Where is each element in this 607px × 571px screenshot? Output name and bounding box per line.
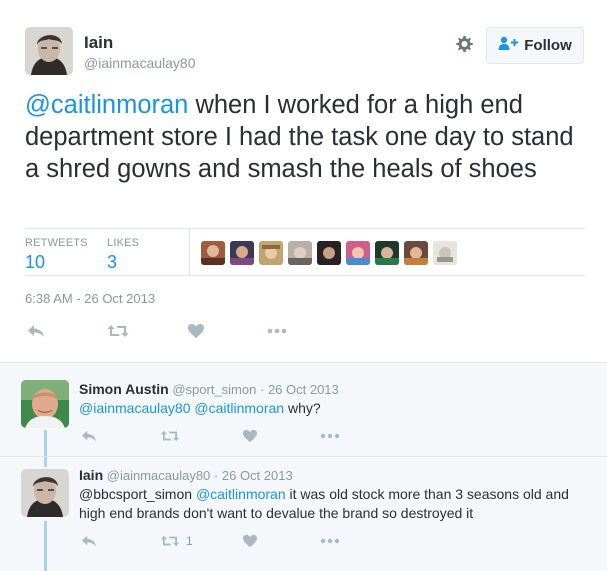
liker-avatar[interactable] <box>404 241 428 265</box>
retweets-count: 10 <box>25 252 46 272</box>
tweet-timestamp[interactable]: 6:38 AM - 26 Oct 2013 <box>25 291 155 306</box>
liker-avatar[interactable] <box>433 241 457 265</box>
follow-button-label: Follow <box>524 37 572 54</box>
reply-author-name[interactable]: Iain <box>79 467 103 483</box>
reply-author-handle[interactable]: @sport_simon <box>172 382 256 397</box>
liker-avatar[interactable] <box>201 241 225 265</box>
reply-date[interactable]: 26 Oct 2013 <box>222 468 293 483</box>
reply-mention-link[interactable]: @caitlinmoran <box>196 486 286 502</box>
reply-separator: · <box>259 382 265 397</box>
reply-separator: · <box>213 468 219 483</box>
more-dots-icon[interactable] <box>320 427 340 445</box>
retweet-icon[interactable]: 1 <box>160 532 193 550</box>
more-dots-icon[interactable] <box>267 320 287 342</box>
reply-mention-link[interactable]: @caitlinmoran <box>194 400 284 416</box>
thread-line <box>44 430 47 456</box>
reply-mention-plain[interactable]: @bbcsport_simon <box>79 486 192 502</box>
likes-label: LIKES <box>107 237 140 249</box>
liker-avatar[interactable] <box>317 241 341 265</box>
follow-button[interactable]: Follow <box>486 27 584 64</box>
liker-avatar[interactable] <box>375 241 399 265</box>
reply-avatar[interactable] <box>21 380 69 428</box>
reply-icon[interactable] <box>81 532 97 550</box>
replies-section: Simon Austin @sport_simon · 26 Oct 2013 … <box>0 362 607 571</box>
stats-divider <box>189 229 190 275</box>
author-handle[interactable]: @iainmacaulay80 <box>84 55 196 71</box>
reply-date[interactable]: 26 Oct 2013 <box>268 382 339 397</box>
tweet-mention-link[interactable]: @caitlinmoran <box>25 91 188 119</box>
retweet-icon[interactable] <box>107 320 129 342</box>
main-tweet: Iain @iainmacaulay80 Follow @caitlinmora… <box>0 0 607 362</box>
follow-person-plus-icon <box>498 36 519 55</box>
liker-avatar[interactable] <box>288 241 312 265</box>
reply-avatar[interactable] <box>21 469 69 517</box>
reply-item: Iain @iainmacaulay80 · 26 Oct 2013 @bbcs… <box>0 457 607 571</box>
liker-avatar[interactable] <box>346 241 370 265</box>
likes-stat[interactable]: LIKES 3 <box>107 237 139 273</box>
reply-icon[interactable] <box>27 320 45 342</box>
reply-header: Simon Austin @sport_simon · 26 Oct 2013 <box>79 381 339 397</box>
thread-line <box>44 457 47 467</box>
reply-text: @iainmacaulay80 @caitlinmoran why? <box>79 399 591 418</box>
likes-count: 3 <box>107 252 118 272</box>
reply-author-handle[interactable]: @iainmacaulay80 <box>107 468 211 483</box>
reply-item: Simon Austin @sport_simon · 26 Oct 2013 … <box>0 363 607 456</box>
author-name[interactable]: Iain <box>84 33 113 53</box>
retweet-icon[interactable] <box>160 427 186 445</box>
reply-body: why? <box>284 400 321 416</box>
liker-avatars <box>201 241 457 265</box>
tweet-text: @caitlinmoran when I worked for a high e… <box>25 89 585 185</box>
reply-retweet-count: 1 <box>186 534 193 548</box>
like-heart-icon[interactable] <box>187 320 205 342</box>
reply-author-name[interactable]: Simon Austin <box>79 381 169 397</box>
retweets-stat[interactable]: RETWEETS 10 <box>25 237 88 273</box>
reply-header: Iain @iainmacaulay80 · 26 Oct 2013 <box>79 467 293 483</box>
reply-mention-link[interactable]: @iainmacaulay80 <box>79 400 191 416</box>
retweets-label: RETWEETS <box>25 237 88 249</box>
liker-avatar[interactable] <box>230 241 254 265</box>
gear-icon[interactable] <box>454 34 474 54</box>
author-avatar[interactable] <box>25 27 73 75</box>
reply-text: @bbcsport_simon @caitlinmoran it was old… <box>79 485 591 523</box>
liker-avatar[interactable] <box>259 241 283 265</box>
tweet-stats: RETWEETS 10 LIKES 3 <box>25 228 585 276</box>
more-dots-icon[interactable] <box>320 532 340 550</box>
like-heart-icon[interactable] <box>242 532 258 550</box>
thread-line <box>44 521 47 571</box>
like-heart-icon[interactable] <box>242 427 258 445</box>
reply-icon[interactable] <box>81 427 97 445</box>
